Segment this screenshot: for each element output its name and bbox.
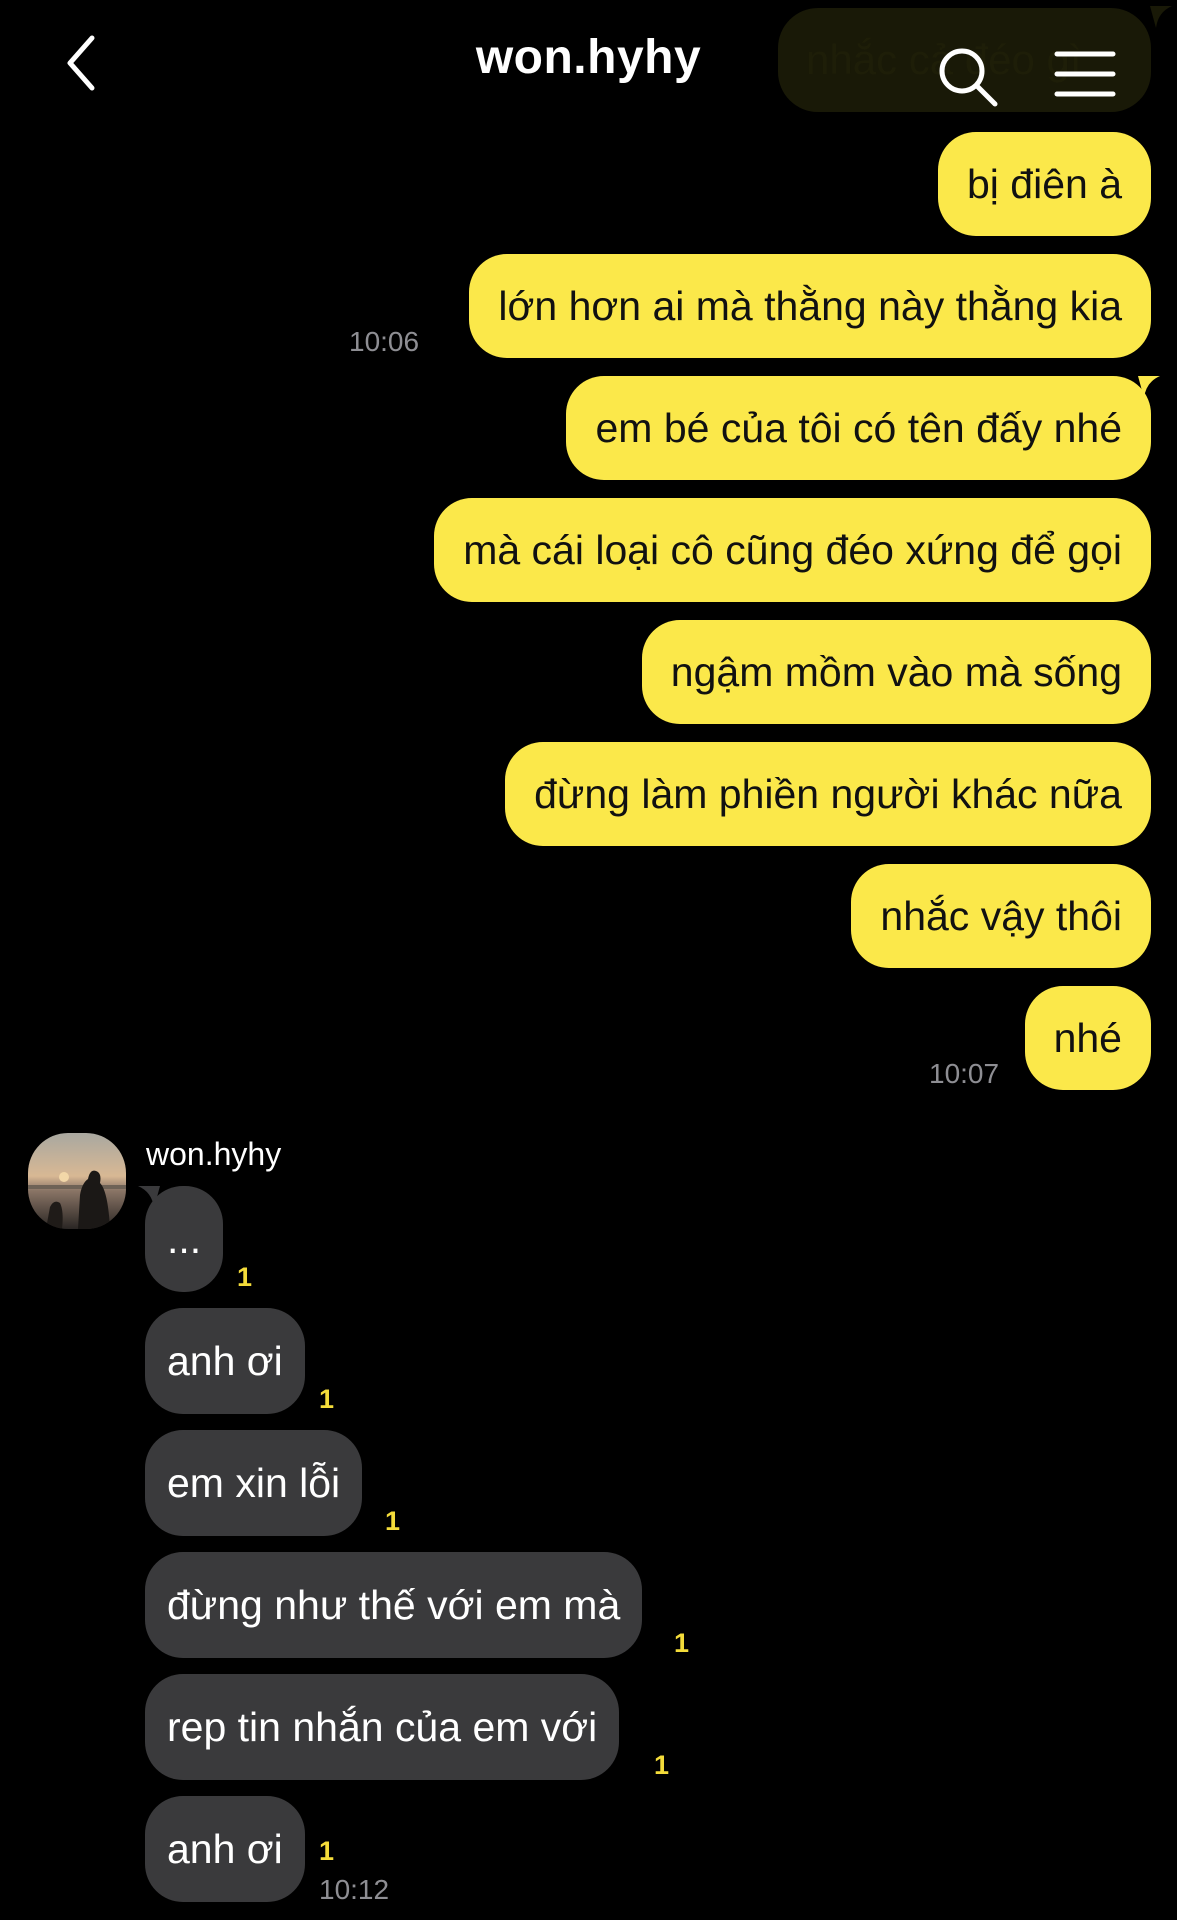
outgoing-message[interactable]: đừng làm phiền người khác nữa [505,742,1151,846]
outgoing-message[interactable]: bị điên à [937,132,1151,236]
hamburger-menu-icon [1054,51,1116,97]
outgoing-message[interactable]: nhé [1024,986,1151,1090]
avatar-photo-sunset-beach [28,1133,126,1229]
unread-count: 1 [385,1506,401,1536]
outgoing-message[interactable]: lớn hơn ai mà thằng này thằng kia [469,254,1151,358]
incoming-message[interactable]: đừng như thế với em mà [145,1552,643,1658]
sender-name: won.hyhy [146,1136,282,1172]
search-icon [939,48,998,107]
chat-header: won.hyhy [0,0,1177,130]
message-timestamp: 10:07 [929,1058,1000,1089]
outgoing-message[interactable]: mà cái loại cô cũng đéo xứng để gọi [434,498,1151,602]
outgoing-message[interactable]: ngậm mồm vào mà sống [641,620,1151,724]
incoming-message[interactable]: anh ơi [145,1308,305,1414]
bubble-tail [1138,376,1160,398]
avatar[interactable] [28,1133,126,1229]
incoming-message[interactable]: ... [145,1186,224,1292]
search-button[interactable] [935,44,1001,110]
unread-count: 1 [674,1628,690,1658]
incoming-message[interactable]: rep tin nhắn của em với [145,1674,620,1780]
unread-count: 1 [654,1750,670,1780]
outgoing-message[interactable]: em bé của tôi có tên đấy nhé [566,376,1151,480]
message-timestamp: 10:06 [349,326,420,357]
unread-count: 1 [237,1262,253,1292]
message-timestamp: 10:12 [319,1874,390,1905]
menu-button[interactable] [1053,46,1117,102]
incoming-message[interactable]: em xin lỗi [145,1430,363,1536]
incoming-message[interactable]: anh ơi [145,1796,305,1902]
unread-count: 1 [319,1384,335,1414]
unread-count: 1 [319,1836,335,1866]
outgoing-message[interactable]: nhắc vậy thôi [851,864,1151,968]
